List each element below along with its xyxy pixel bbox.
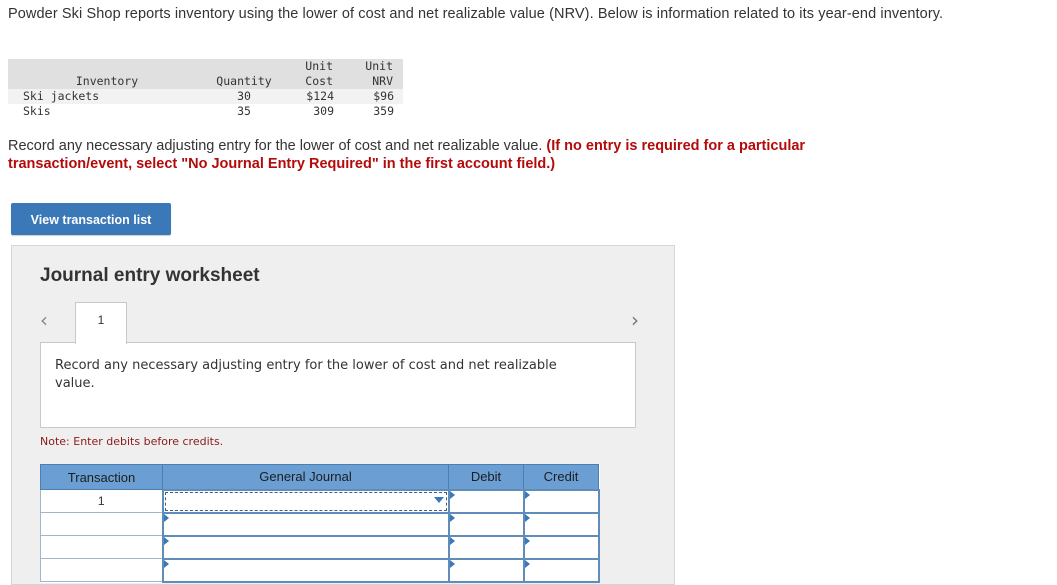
header-inventory: Inventory — [8, 74, 178, 89]
header-unit-cost-line1: Unit — [288, 59, 343, 74]
general-journal-select[interactable] — [161, 557, 450, 583]
general-journal-select[interactable] — [161, 488, 450, 514]
transaction-cell: 1 — [40, 489, 163, 513]
cell-marker-icon — [449, 536, 455, 545]
inventory-table-header-row: Unit Unit — [8, 59, 403, 74]
general-journal-select[interactable] — [161, 511, 450, 537]
instruction-main: Record any necessary adjusting entry for… — [8, 138, 543, 154]
item-unit-cost: 309 — [288, 104, 343, 119]
general-journal-select[interactable] — [161, 534, 450, 560]
instruction-text: Record any necessary adjusting entry for… — [8, 137, 928, 173]
worksheet-title: Journal entry worksheet — [40, 265, 260, 286]
worksheet-description-box: Record any necessary adjusting entry for… — [40, 342, 636, 428]
debit-input[interactable] — [447, 488, 525, 514]
cell-marker-icon — [449, 513, 455, 522]
header-credit: Credit — [523, 464, 599, 490]
transaction-cell — [40, 558, 163, 582]
tab-1[interactable]: 1 — [75, 302, 127, 344]
credit-input[interactable] — [522, 534, 600, 560]
worksheet-description: Record any necessary adjusting entry for… — [55, 358, 557, 391]
header-debit: Debit — [448, 464, 524, 490]
credit-input[interactable] — [522, 488, 600, 514]
cell-marker-icon — [524, 536, 530, 545]
header-transaction: Transaction — [40, 464, 163, 490]
debit-input[interactable] — [447, 557, 525, 583]
journal-table-header-row: Transaction General Journal Debit Credit — [40, 464, 599, 490]
item-unit-cost: $124 — [288, 89, 343, 104]
transaction-cell — [40, 512, 163, 536]
inventory-table-header-row: Inventory Quantity Cost NRV — [8, 74, 403, 89]
account-dropdown[interactable] — [164, 491, 447, 511]
table-row: Skis 35 309 359 — [8, 104, 403, 119]
cell-marker-icon — [524, 513, 530, 522]
cell-marker-icon — [524, 490, 530, 499]
table-row: 1 — [40, 488, 600, 514]
chevron-right-icon[interactable]: › — [631, 308, 639, 332]
header-unit-nrv-line1: Unit — [343, 59, 403, 74]
header-general-journal: General Journal — [162, 464, 449, 490]
intro-text: Powder Ski Shop reports inventory using … — [8, 6, 944, 22]
debits-note: Note: Enter debits before credits. — [40, 435, 224, 448]
header-unit-cost-line2: Cost — [288, 74, 343, 89]
item-name: Ski jackets — [8, 89, 178, 104]
header-quantity: Quantity — [178, 74, 288, 89]
journal-entry-worksheet: Journal entry worksheet ‹ 1 › Record any… — [11, 245, 675, 585]
table-row — [40, 557, 600, 583]
cell-marker-icon — [449, 490, 455, 499]
inventory-table: Unit Unit Inventory Quantity Cost NRV Sk… — [8, 59, 403, 119]
table-row — [40, 511, 600, 537]
journal-table: Transaction General Journal Debit Credit… — [40, 464, 600, 583]
debit-input[interactable] — [447, 534, 525, 560]
chevron-left-icon[interactable]: ‹ — [40, 308, 48, 332]
table-row — [40, 534, 600, 560]
item-quantity: 35 — [178, 104, 288, 119]
cell-marker-icon — [163, 536, 169, 545]
item-quantity: 30 — [178, 89, 288, 104]
cell-marker-icon — [163, 513, 169, 522]
view-transaction-list-button[interactable]: View transaction list — [11, 203, 171, 235]
table-row: Ski jackets 30 $124 $96 — [8, 89, 403, 104]
credit-input[interactable] — [522, 511, 600, 537]
cell-marker-icon — [524, 559, 530, 568]
debit-input[interactable] — [447, 511, 525, 537]
credit-input[interactable] — [522, 557, 600, 583]
header-unit-nrv-line2: NRV — [343, 74, 403, 89]
transaction-cell — [40, 535, 163, 559]
cell-marker-icon — [163, 559, 169, 568]
cell-marker-icon — [449, 559, 455, 568]
item-name: Skis — [8, 104, 178, 119]
item-unit-nrv: $96 — [343, 89, 403, 104]
chevron-down-icon[interactable] — [433, 496, 444, 503]
item-unit-nrv: 359 — [343, 104, 403, 119]
